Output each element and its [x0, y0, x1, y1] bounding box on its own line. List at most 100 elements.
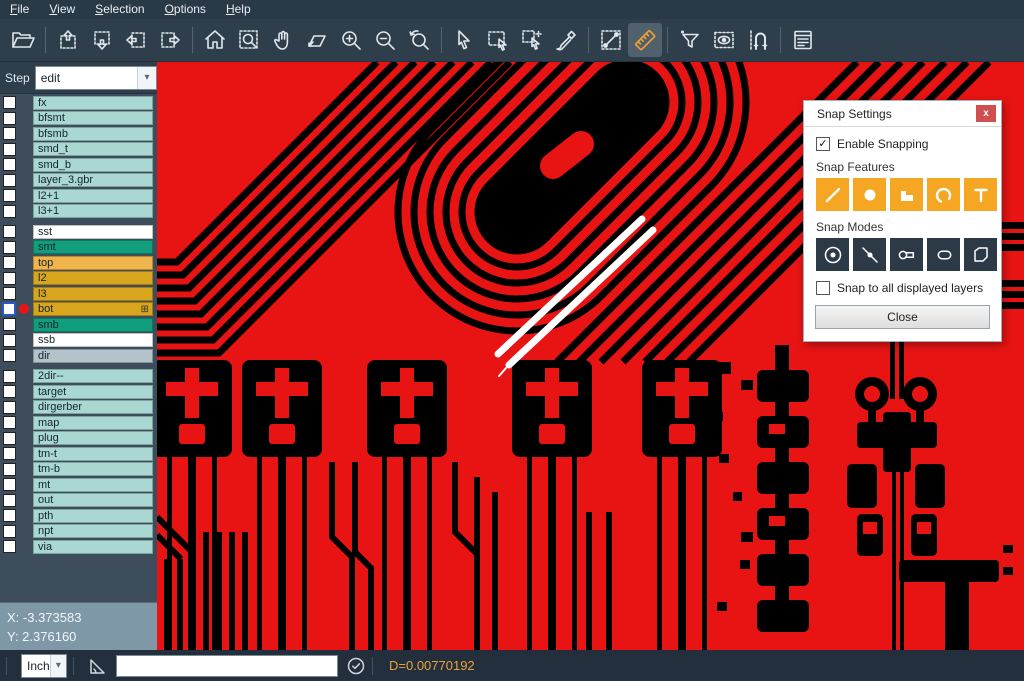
layer-visibility-checkbox[interactable]	[3, 272, 16, 285]
layer-visibility-checkbox[interactable]	[3, 525, 16, 538]
units-select[interactable]: Inch ▾	[21, 654, 67, 678]
layer-name-cell[interactable]: dir	[33, 349, 153, 363]
layer-visibility-checkbox[interactable]	[3, 494, 16, 507]
layer-row-smd_b[interactable]: smd_b	[0, 157, 157, 173]
layer-name-cell[interactable]: layer_3.gbr	[33, 173, 153, 187]
layer-row-smb[interactable]: smb	[0, 317, 157, 333]
apply-check-button[interactable]	[346, 656, 366, 676]
layer-row-bot[interactable]: bot⊞	[0, 302, 157, 318]
layer-name-cell[interactable]: l2+1	[33, 189, 153, 203]
layer-name-cell[interactable]: mt	[33, 478, 153, 492]
layer-name-cell[interactable]: dirgerber	[33, 400, 153, 414]
layer-visibility-checkbox[interactable]	[2, 302, 16, 316]
layer-name-cell[interactable]: pth	[33, 509, 153, 523]
layer-row-l2+1[interactable]: l2+1	[0, 188, 157, 204]
layer-row-2dir--[interactable]: 2dir--	[0, 369, 157, 385]
layer-visibility-checkbox[interactable]	[3, 225, 16, 238]
home-button[interactable]	[198, 23, 232, 57]
layer-row-tm-b[interactable]: tm-b	[0, 462, 157, 478]
layer-row-l3[interactable]: l3	[0, 286, 157, 302]
step-select[interactable]: edit ▾	[35, 66, 157, 90]
zoom-previous-button[interactable]	[402, 23, 436, 57]
layer-row-smd_t[interactable]: smd_t	[0, 142, 157, 158]
zoom-area-button[interactable]	[300, 23, 334, 57]
filter-button[interactable]	[673, 23, 707, 57]
layer-visibility-checkbox[interactable]	[3, 432, 16, 445]
layer-name-cell[interactable]: fx	[33, 96, 153, 110]
snap-slot-a-button[interactable]	[890, 238, 923, 271]
open-folder-button[interactable]	[6, 23, 40, 57]
layer-row-top[interactable]: top	[0, 255, 157, 271]
layer-row-npt[interactable]: npt	[0, 524, 157, 540]
pan-left-button[interactable]	[119, 23, 153, 57]
layer-row-out[interactable]: out	[0, 493, 157, 509]
menu-view[interactable]: View	[39, 0, 85, 19]
snap-arc-button[interactable]	[927, 178, 960, 211]
layer-name-cell[interactable]: smt	[33, 240, 153, 254]
layer-row-ssb[interactable]: ssb	[0, 333, 157, 349]
layer-row-via[interactable]: via	[0, 539, 157, 555]
pan-hand-button[interactable]	[266, 23, 300, 57]
layer-name-cell[interactable]: bfsmt	[33, 111, 153, 125]
layer-row-target[interactable]: target	[0, 384, 157, 400]
layer-name-cell[interactable]: plug	[33, 431, 153, 445]
snap-center-button[interactable]	[816, 238, 849, 271]
layer-row-pth[interactable]: pth	[0, 508, 157, 524]
layer-row-l3+1[interactable]: l3+1	[0, 204, 157, 220]
layer-row-dirgerber[interactable]: dirgerber	[0, 400, 157, 416]
layer-visibility-checkbox[interactable]	[3, 416, 16, 429]
layer-row-tm-t[interactable]: tm-t	[0, 446, 157, 462]
layer-name-cell[interactable]: bot⊞	[33, 302, 153, 316]
layer-visibility-checkbox[interactable]	[3, 540, 16, 553]
snap-magnet-button[interactable]	[741, 23, 775, 57]
layer-visibility-checkbox[interactable]	[3, 385, 16, 398]
dialog-close-button[interactable]: x	[976, 105, 996, 122]
layer-name-cell[interactable]: ssb	[33, 333, 153, 347]
brush-clear-button[interactable]	[549, 23, 583, 57]
zoom-in-button[interactable]	[334, 23, 368, 57]
layer-name-cell[interactable]: l3+1	[33, 204, 153, 218]
layer-row-l2[interactable]: l2	[0, 271, 157, 287]
layer-visibility-checkbox[interactable]	[3, 287, 16, 300]
layer-name-cell[interactable]: smb	[33, 318, 153, 332]
dialog-close-action-button[interactable]: Close	[815, 305, 990, 329]
layer-name-cell[interactable]: tm-b	[33, 462, 153, 476]
layer-visibility-checkbox[interactable]	[3, 174, 16, 187]
snap-all-layers-checkbox[interactable]	[816, 281, 830, 295]
layer-visibility-checkbox[interactable]	[3, 189, 16, 202]
layer-row-dir[interactable]: dir	[0, 348, 157, 364]
menu-file[interactable]: File	[0, 0, 39, 19]
layer-row-map[interactable]: map	[0, 415, 157, 431]
measure-line-button[interactable]	[594, 23, 628, 57]
layer-visibility-checkbox[interactable]	[3, 401, 16, 414]
layer-row-bfsmb[interactable]: bfsmb	[0, 126, 157, 142]
snap-slot-b-button[interactable]	[927, 238, 960, 271]
layer-row-layer_3.gbr[interactable]: layer_3.gbr	[0, 173, 157, 189]
layer-name-cell[interactable]: top	[33, 256, 153, 270]
layer-visibility-checkbox[interactable]	[3, 256, 16, 269]
layer-name-cell[interactable]: smd_t	[33, 142, 153, 156]
layer-row-bfsmt[interactable]: bfsmt	[0, 111, 157, 127]
layer-visibility-checkbox[interactable]	[3, 334, 16, 347]
layer-row-fx[interactable]: fx	[0, 95, 157, 111]
pan-down-button[interactable]	[85, 23, 119, 57]
layer-visibility-checkbox[interactable]	[3, 143, 16, 156]
snap-nearest-line-button[interactable]	[853, 238, 886, 271]
dialog-titlebar[interactable]: Snap Settings x	[804, 101, 1001, 127]
layer-name-cell[interactable]: l2	[33, 271, 153, 285]
layer-name-cell[interactable]: bfsmb	[33, 127, 153, 141]
layer-name-cell[interactable]: via	[33, 540, 153, 554]
layer-visibility-checkbox[interactable]	[3, 241, 16, 254]
layer-visibility-checkbox[interactable]	[3, 370, 16, 383]
snap-pad-circle-button[interactable]	[853, 178, 886, 211]
snap-polygon-corner-button[interactable]	[964, 238, 997, 271]
layer-visibility-checkbox[interactable]	[3, 112, 16, 125]
ruler-button[interactable]	[628, 23, 662, 57]
pan-up-button[interactable]	[51, 23, 85, 57]
snap-line-button[interactable]	[816, 178, 849, 211]
layer-row-sst[interactable]: sst	[0, 224, 157, 240]
snap-pad-surface-button[interactable]	[890, 178, 923, 211]
layer-name-cell[interactable]: tm-t	[33, 447, 153, 461]
select-reference-button[interactable]	[515, 23, 549, 57]
layer-name-cell[interactable]: npt	[33, 524, 153, 538]
